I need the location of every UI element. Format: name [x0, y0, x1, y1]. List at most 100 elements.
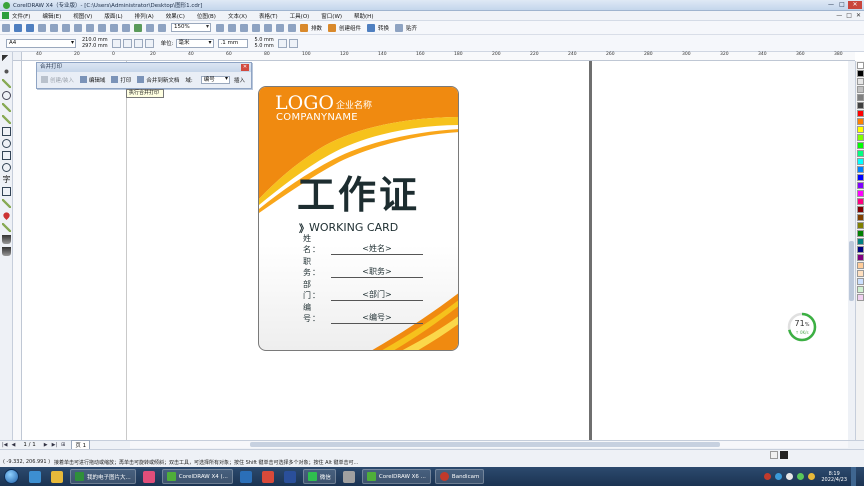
last-page-icon[interactable]: ▶| [52, 442, 58, 448]
record-icon[interactable] [764, 473, 772, 480]
menu-help[interactable]: 帮助(H) [354, 12, 373, 20]
app-icon[interactable] [342, 470, 355, 483]
options-icon[interactable] [158, 23, 166, 32]
color-swatch[interactable] [857, 62, 864, 69]
paste-icon[interactable] [74, 23, 82, 32]
export-icon[interactable] [122, 23, 130, 32]
security-icon[interactable] [797, 473, 805, 480]
welcome-icon[interactable] [146, 23, 154, 32]
menu-window[interactable]: 窗口(W) [321, 12, 342, 20]
zoom-selected-icon[interactable] [240, 23, 248, 32]
color-swatch[interactable] [857, 86, 864, 93]
text-tool-icon[interactable]: 字 [2, 175, 11, 184]
start-button[interactable] [4, 469, 19, 484]
word-icon[interactable] [239, 470, 252, 483]
landscape-icon[interactable] [122, 38, 132, 48]
horizontal-ruler[interactable]: 40 20 0 20 40 60 80 100 120 140 160 180 200 220 240 260… [22, 52, 855, 61]
guideline[interactable] [126, 61, 127, 440]
vertical-scroll-thumb[interactable] [849, 241, 854, 301]
menu-table[interactable]: 表格(T) [259, 12, 278, 20]
color-swatch[interactable] [857, 190, 864, 197]
open-icon[interactable] [14, 23, 22, 32]
work-badge-card[interactable]: LOGO 企业名称 COMPANYNAME 工作证 》 WORKING CARD… [258, 86, 459, 351]
pdf-icon[interactable] [261, 470, 274, 483]
outline-indicator-icon[interactable] [780, 451, 788, 459]
menu-view[interactable]: 视图(V) [73, 12, 92, 20]
menu-file[interactable]: 文件(F) [12, 12, 30, 20]
doc-restore-button[interactable]: □ [846, 12, 852, 19]
vertical-ruler[interactable] [13, 61, 22, 440]
zoom-page-icon[interactable] [264, 23, 272, 32]
page-size-select[interactable]: A4 [6, 38, 76, 48]
convert-button[interactable]: 转换 [378, 24, 389, 32]
color-swatch[interactable] [857, 142, 864, 149]
document-icon[interactable] [2, 12, 9, 19]
color-swatch[interactable] [857, 94, 864, 101]
component-icon[interactable] [328, 23, 337, 32]
doc-minimize-button[interactable]: — [836, 12, 842, 19]
zoom-width-icon[interactable] [276, 23, 284, 32]
pick-tool-icon[interactable] [2, 55, 11, 64]
first-page-icon[interactable]: |◀ [2, 442, 8, 448]
notification-icon[interactable] [808, 473, 816, 480]
color-swatch[interactable] [857, 166, 864, 173]
convert-icon[interactable] [367, 23, 376, 32]
interactive-fill-tool-icon[interactable] [2, 247, 11, 256]
smart-fill-tool-icon[interactable] [2, 115, 11, 124]
outline-tool-icon[interactable] [2, 223, 11, 232]
polygon-tool-icon[interactable] [2, 151, 11, 160]
color-swatch[interactable] [857, 182, 864, 189]
menu-bitmaps[interactable]: 位图(B) [197, 12, 216, 20]
ellipse-tool-icon[interactable] [2, 139, 11, 148]
interactive-blend-tool-icon[interactable] [2, 199, 11, 208]
zoom-all-icon[interactable] [252, 23, 260, 32]
show-desktop-button[interactable] [851, 467, 856, 486]
merge-to-new-doc-button[interactable]: 合并到新文档 [137, 76, 179, 84]
maximize-button[interactable]: □ [837, 1, 847, 9]
horizontal-scroll-thumb[interactable] [250, 442, 720, 447]
ie-icon[interactable] [29, 470, 41, 483]
shape-tool-icon[interactable] [2, 67, 11, 76]
unit-select[interactable]: 毫米 [175, 38, 214, 48]
color-swatch[interactable] [857, 78, 864, 85]
docker-title[interactable]: 合并打印 ✕ [37, 63, 251, 72]
color-swatch[interactable] [857, 174, 864, 181]
color-swatch[interactable] [857, 246, 864, 253]
horizontal-scrollbar[interactable] [130, 441, 848, 448]
grid-icon[interactable] [300, 23, 308, 32]
crop-tool-icon[interactable] [2, 79, 11, 88]
network-speed-widget[interactable]: 71% ↑ 0K/s [787, 312, 817, 342]
clock[interactable]: 8:19 2022/4/23 [821, 471, 847, 483]
menu-arrange[interactable]: 排列(A) [135, 12, 154, 20]
treat-as-filled-icon[interactable] [277, 38, 287, 48]
zoom-select[interactable]: 150% [171, 23, 211, 32]
portrait-icon[interactable] [111, 38, 121, 48]
rectangle-tool-icon[interactable] [2, 127, 11, 136]
print-button[interactable]: 打印 [111, 76, 131, 84]
taskbar-item-coreldraw-x6[interactable]: CorelDRAW X6 ... [361, 469, 431, 484]
color-swatch[interactable] [857, 262, 864, 269]
insert-button[interactable]: 插入 [234, 76, 245, 84]
menu-text[interactable]: 文本(X) [228, 12, 247, 20]
save-icon[interactable] [26, 23, 34, 32]
color-swatch[interactable] [857, 286, 864, 293]
create-load-button[interactable]: 创建/装入 [41, 76, 74, 84]
zoom-tool-icon[interactable] [2, 91, 11, 100]
close-button[interactable]: ✕ [848, 1, 862, 9]
field-value-name[interactable]: <姓名> [331, 244, 423, 255]
taskbar-item-wechat[interactable]: 微信 [302, 469, 336, 484]
color-swatch[interactable] [857, 214, 864, 221]
prev-page-icon[interactable]: ◀ [12, 442, 16, 448]
add-page-icon[interactable]: ⊞ [61, 442, 65, 448]
print-icon[interactable] [38, 23, 46, 32]
new-document-icon[interactable] [2, 23, 10, 32]
color-swatch[interactable] [857, 230, 864, 237]
freehand-tool-icon[interactable] [2, 103, 11, 112]
volume-icon[interactable] [786, 473, 794, 480]
fill-tool-icon[interactable] [2, 235, 11, 244]
field-select[interactable]: 编号 [200, 75, 230, 84]
options-page-icon[interactable] [288, 38, 298, 48]
snap-icon[interactable] [395, 23, 404, 32]
undo-icon[interactable] [86, 23, 94, 32]
table-tool-icon[interactable] [2, 187, 11, 196]
